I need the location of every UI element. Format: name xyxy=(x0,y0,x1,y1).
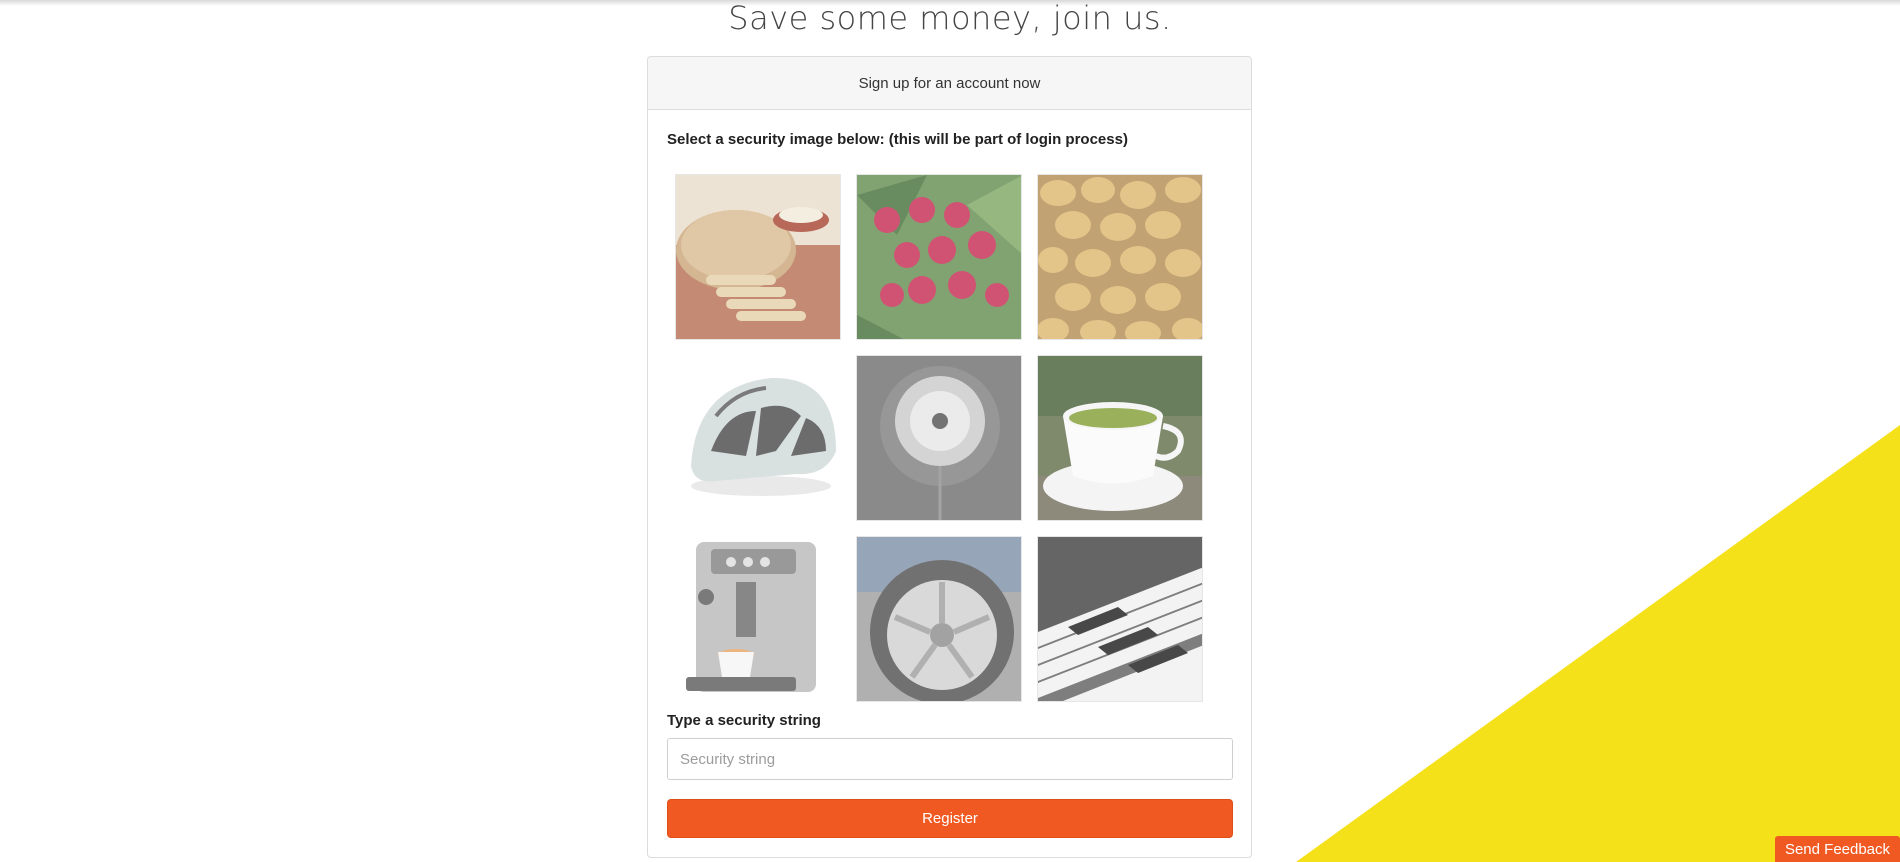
security-string-label: Type a security string xyxy=(667,712,821,729)
bread-image xyxy=(676,175,840,339)
bike-helmet-image xyxy=(676,356,840,520)
security-image-coffee-machine[interactable] xyxy=(675,536,841,702)
green-tea-image xyxy=(1038,356,1202,520)
coffee-machine-image xyxy=(676,537,840,701)
car-tire-image xyxy=(857,537,1021,701)
signup-card: Sign up for an account now Select a secu… xyxy=(647,56,1252,858)
security-image-dandelion[interactable] xyxy=(856,355,1022,521)
security-image-green-tea[interactable] xyxy=(1037,355,1203,521)
security-image-bread[interactable] xyxy=(675,174,841,340)
security-image-bike-helmet[interactable] xyxy=(675,355,841,521)
piano-keys-image xyxy=(1038,537,1202,701)
register-button[interactable]: Register xyxy=(667,799,1233,838)
send-feedback-button[interactable]: Send Feedback xyxy=(1775,836,1900,862)
dandelion-image xyxy=(857,356,1021,520)
raspberries-image xyxy=(857,175,1021,339)
security-image-label: Select a security image below: (this wil… xyxy=(667,131,1128,148)
potatoes-image xyxy=(1038,175,1202,339)
security-image-car-tire[interactable] xyxy=(856,536,1022,702)
security-image-grid xyxy=(675,174,1205,704)
security-image-raspberries[interactable] xyxy=(856,174,1022,340)
page-title: Save some money, join us. xyxy=(728,0,1172,37)
card-header: Sign up for an account now xyxy=(648,57,1251,110)
security-string-input[interactable] xyxy=(667,738,1233,780)
security-image-potatoes[interactable] xyxy=(1037,174,1203,340)
security-image-piano-keys[interactable] xyxy=(1037,536,1203,702)
